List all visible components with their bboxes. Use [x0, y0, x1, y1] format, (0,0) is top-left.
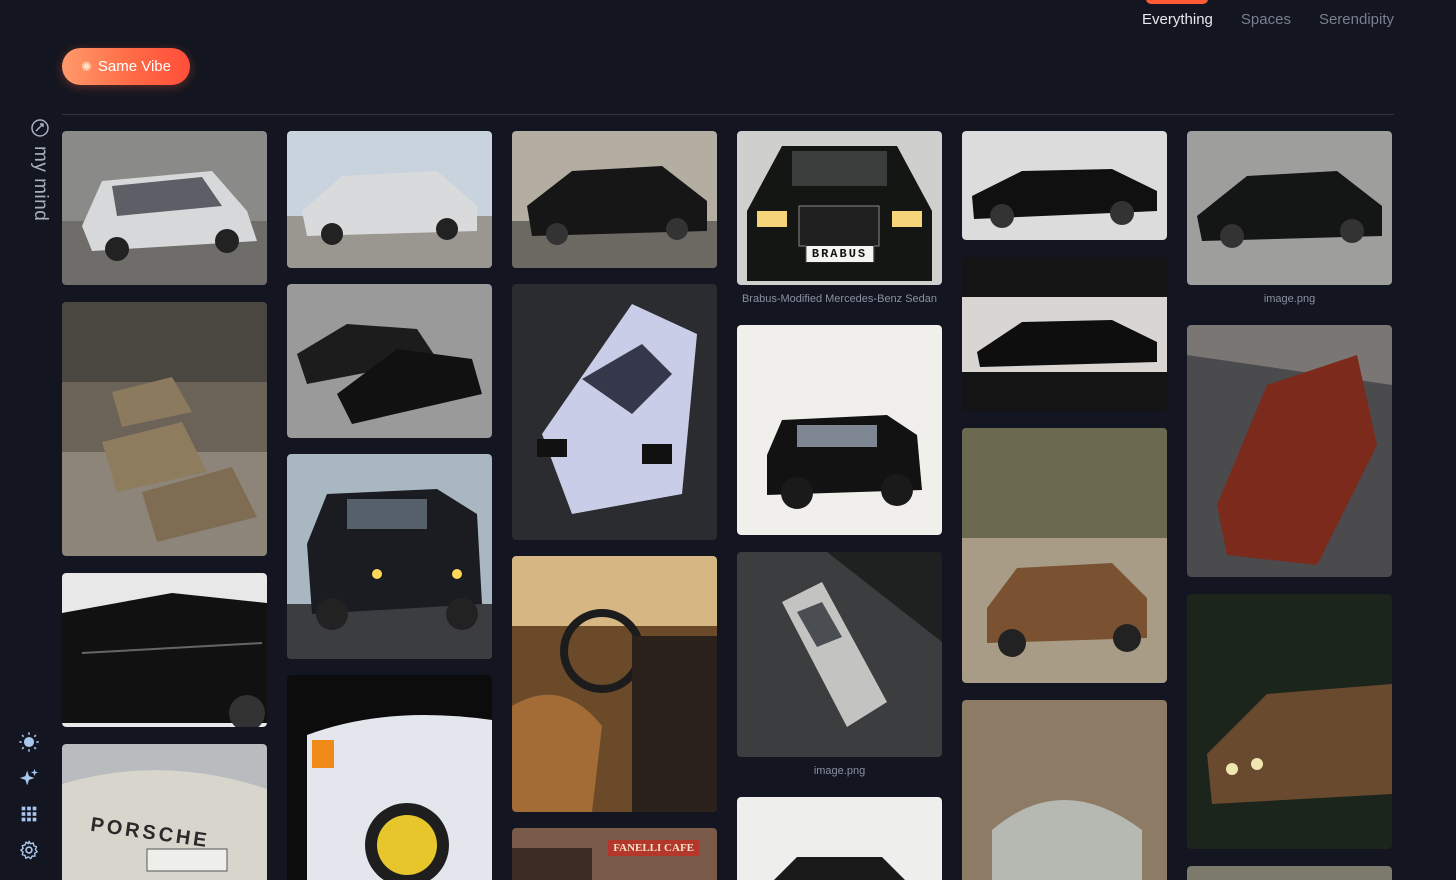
- image-card-black-190e[interactable]: [512, 131, 717, 268]
- tab-label: Spaces: [1240, 11, 1291, 28]
- brand-name: my mind: [30, 146, 51, 222]
- card-image: [512, 284, 717, 540]
- card-image: [962, 700, 1167, 880]
- header-divider: [62, 114, 1394, 115]
- card-image: [287, 284, 492, 438]
- brand[interactable]: my mind: [18, 118, 62, 221]
- sparkle-icon: ✺: [80, 58, 92, 74]
- image-grid: PORSCHE FANELLI CAFE BRABUS Brabus-Modif…: [62, 131, 1392, 880]
- card-caption: image.png: [1263, 293, 1316, 305]
- grid-column: FANELLI CAFE: [512, 131, 717, 880]
- image-card-black-convertible[interactable]: [62, 573, 267, 727]
- card-image: [512, 131, 717, 268]
- image-card-red-porsche-935[interactable]: [1187, 325, 1392, 577]
- image-card-porsche-rear[interactable]: PORSCHE: [62, 744, 267, 880]
- image-card-silver-911-aerial[interactable]: image.png: [737, 552, 942, 783]
- image-card-silver-sedan[interactable]: [287, 131, 492, 268]
- top-nav: Everything Spaces Serendipity: [1142, 0, 1394, 28]
- image-card-g-wagon-black[interactable]: [287, 454, 492, 659]
- card-image: [962, 131, 1167, 240]
- active-tab-indicator: [1146, 0, 1209, 4]
- grid-icon[interactable]: [17, 802, 41, 826]
- grid-column: PORSCHE: [62, 131, 267, 880]
- card-image: PORSCHE: [62, 744, 267, 880]
- sparkle-icon[interactable]: [17, 766, 41, 790]
- tab-label: Serendipity: [1318, 11, 1394, 28]
- image-card-cafe-street[interactable]: FANELLI CAFE: [512, 828, 717, 880]
- card-image: BRABUS: [737, 131, 942, 285]
- mind-logo-icon: [31, 119, 49, 137]
- tab-serendipity[interactable]: Serendipity: [1319, 0, 1394, 28]
- card-image: [1187, 325, 1392, 577]
- sun-icon[interactable]: [17, 730, 41, 754]
- card-image: FANELLI CAFE: [512, 828, 717, 880]
- image-card-white-sportscar[interactable]: [512, 284, 717, 540]
- rail-icons: [17, 730, 41, 862]
- same-vibe-label: Same Vibe: [97, 58, 171, 75]
- image-card-silver-911-rear[interactable]: [962, 700, 1167, 880]
- image-card-bronze-bmw-6[interactable]: [962, 428, 1167, 683]
- card-image: [287, 675, 492, 880]
- grid-column: image.png: [1187, 131, 1392, 880]
- image-card-two-black-sedans[interactable]: [287, 284, 492, 438]
- image-card-black-560sec[interactable]: image.png: [1187, 131, 1392, 311]
- license-plate: BRABUS: [804, 245, 875, 263]
- image-card-partial[interactable]: [1187, 866, 1392, 880]
- tab-everything[interactable]: Everything: [1142, 0, 1213, 28]
- card-image: [737, 797, 942, 880]
- image-card-g-wagons-garage[interactable]: [62, 302, 267, 556]
- gear-icon[interactable]: [17, 838, 41, 862]
- card-image: [62, 131, 267, 285]
- grid-column: BRABUS Brabus-Modified Mercedes-Benz Sed…: [737, 131, 942, 880]
- image-card-brabus-sedan[interactable]: BRABUS Brabus-Modified Mercedes-Benz Sed…: [737, 131, 942, 311]
- grid-column: [287, 131, 492, 880]
- card-image: [962, 257, 1167, 411]
- card-image: [1187, 866, 1392, 880]
- card-image: [512, 556, 717, 812]
- image-card-silver-wagon[interactable]: [62, 131, 267, 285]
- card-image: [287, 131, 492, 268]
- image-card-white-coupe[interactable]: [737, 797, 942, 880]
- card-caption: image.png: [813, 765, 866, 777]
- card-image: [737, 325, 942, 535]
- image-card-black-evo[interactable]: [962, 131, 1167, 240]
- image-card-range-rover[interactable]: [737, 325, 942, 535]
- cafe-sign: FANELLI CAFE: [608, 840, 699, 856]
- image-card-bronze-bmw-front[interactable]: [1187, 594, 1392, 849]
- tab-label: Everything: [1142, 11, 1213, 28]
- card-image: [962, 428, 1167, 683]
- card-image: [1187, 131, 1392, 285]
- image-card-bmw-interior[interactable]: [512, 556, 717, 812]
- same-vibe-button[interactable]: ✺ Same Vibe: [62, 48, 190, 85]
- image-card-evo-reflection[interactable]: [962, 257, 1167, 411]
- grid-column: [962, 131, 1167, 880]
- image-card-yellow-wheel[interactable]: [287, 675, 492, 880]
- tab-spaces[interactable]: Spaces: [1241, 0, 1291, 28]
- card-image: [1187, 594, 1392, 849]
- card-image: [737, 552, 942, 757]
- card-image: [62, 573, 267, 727]
- card-image: [287, 454, 492, 659]
- card-caption: Brabus-Modified Mercedes-Benz Sedan: [741, 293, 938, 305]
- card-image: [62, 302, 267, 556]
- left-sidebar: my mind: [0, 114, 60, 880]
